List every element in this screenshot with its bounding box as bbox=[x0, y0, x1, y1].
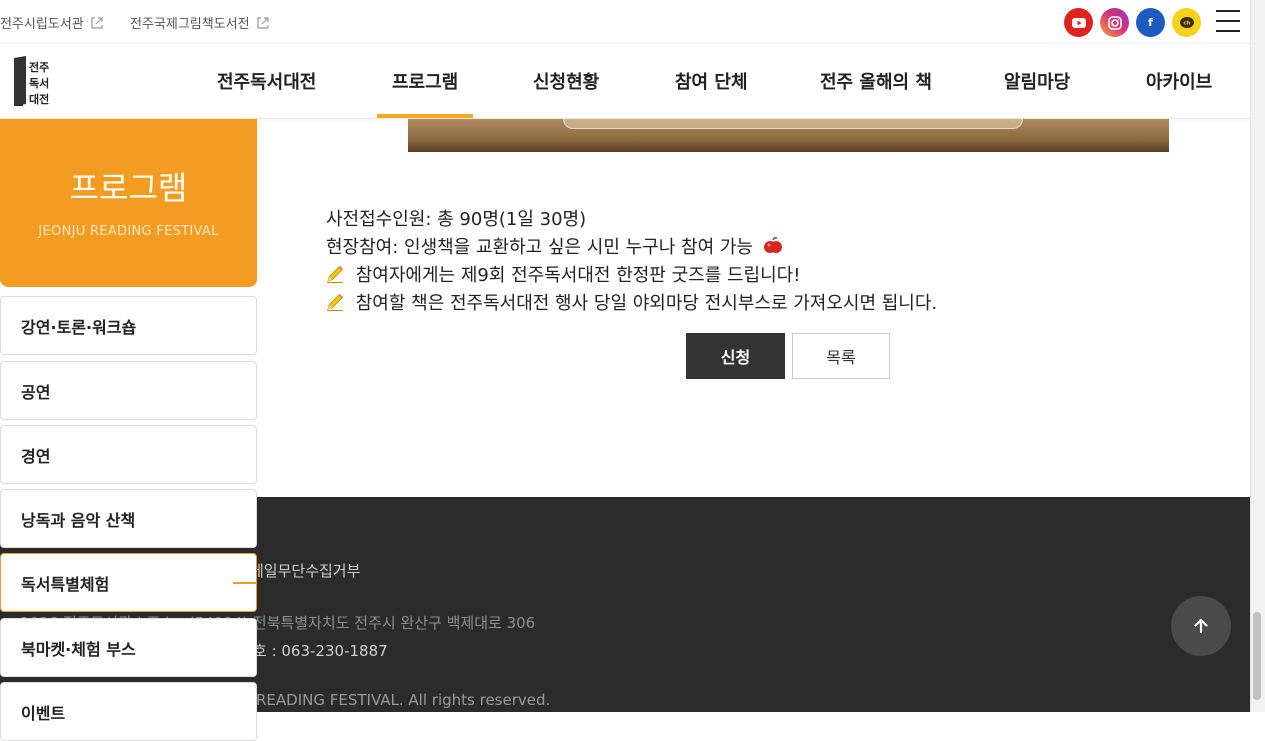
apply-button[interactable]: 신청 bbox=[686, 333, 785, 379]
svg-text:ch: ch bbox=[1183, 20, 1190, 26]
nav-book-of-the-year[interactable]: 전주 올해의 책 bbox=[820, 68, 932, 94]
utility-bar: 전주시립도서관 전주국제그림책도서전 f ch bbox=[0, 0, 1250, 44]
nav-festival[interactable]: 전주독서대전 bbox=[217, 68, 316, 94]
goods-notice-text: 참여자에게는 제9회 전주독서대전 한정판 굿즈를 드립니다! bbox=[355, 265, 801, 286]
sidebar-item-reading-music[interactable]: 낭독과 음악 산책 bbox=[0, 489, 257, 548]
kakaotalk-icon[interactable]: ch bbox=[1172, 8, 1201, 37]
pencil-icon bbox=[327, 266, 343, 283]
facebook-icon[interactable]: f bbox=[1136, 8, 1165, 37]
book-dropoff-text: 참여할 책은 전주독서대전 행사 당일 야외마당 전시부스로 가져오시면 됩니다… bbox=[355, 293, 938, 314]
footer-copyright: READING FESTIVAL. All rights reserved. bbox=[256, 691, 551, 709]
sidebar-item-performances[interactable]: 공연 bbox=[0, 361, 257, 420]
active-item-indicator bbox=[233, 582, 257, 584]
external-link-icon bbox=[257, 16, 269, 29]
logo-text: 독서 bbox=[29, 76, 49, 90]
festival-logo[interactable]: 전주 독서 대전 bbox=[14, 56, 58, 108]
util-link-label: 전주시립도서관 bbox=[0, 17, 84, 32]
program-banner-image bbox=[408, 119, 1169, 152]
nav-program[interactable]: 프로그램 bbox=[392, 68, 458, 94]
youtube-icon[interactable] bbox=[1064, 8, 1093, 37]
arrow-up-icon bbox=[1194, 618, 1208, 634]
main-header: 전주 독서 대전 전주독서대전 프로그램 신청현황 참여 단체 전주 올해의 책… bbox=[0, 44, 1250, 119]
external-link-icon bbox=[91, 16, 103, 29]
logo-text: 대전 bbox=[29, 92, 49, 106]
sidebar-item-lectures[interactable]: 강연·토론·워크숍 bbox=[0, 296, 257, 355]
jeonju-library-link[interactable]: 전주시립도서관 bbox=[0, 13, 104, 32]
nav-notices[interactable]: 알림마당 bbox=[1004, 68, 1070, 94]
scroll-to-top-button[interactable] bbox=[1171, 596, 1231, 656]
sidebar-item-special-experience[interactable]: 독서특별체험 bbox=[0, 553, 257, 612]
goods-notice-line: 참여자에게는 제9회 전주독서대전 한정판 굿즈를 드립니다! bbox=[326, 261, 800, 287]
list-button[interactable]: 목록 bbox=[792, 333, 890, 379]
pencil-icon bbox=[327, 294, 343, 311]
sidebar-subtitle: JEONJU READING FESTIVAL bbox=[38, 224, 219, 239]
sidebar-item-book-market[interactable]: 북마켓·체험 부스 bbox=[0, 618, 257, 677]
sidebar-item-contests[interactable]: 경연 bbox=[0, 425, 257, 484]
registration-count-text: 사전접수인원: 총 90명(1일 30명) bbox=[326, 209, 587, 230]
on-site-participation-line: 현장참여: 인생책을 교환하고 싶은 시민 누구나 참여 가능 bbox=[326, 233, 783, 259]
nav-active-indicator bbox=[377, 114, 473, 118]
picture-book-fair-link[interactable]: 전주국제그림책도서전 bbox=[130, 13, 270, 32]
on-site-participation-text: 현장참여: 인생책을 교환하고 싶은 시민 누구나 참여 가능 bbox=[326, 237, 753, 258]
util-link-label: 전주국제그림책도서전 bbox=[130, 17, 250, 32]
sidebar-header: 프로그램 JEONJU READING FESTIVAL bbox=[0, 119, 257, 287]
nav-archive[interactable]: 아카이브 bbox=[1146, 68, 1212, 94]
apple-icon bbox=[763, 236, 782, 253]
book-dropoff-line: 참여할 책은 전주독서대전 행사 당일 야외마당 전시부스로 가져오시면 됩니다… bbox=[326, 289, 937, 315]
page-scrollbar[interactable] bbox=[1250, 0, 1265, 712]
footer-phone: 호 : 063-230-1887 bbox=[253, 642, 388, 660]
nav-application-status[interactable]: 신청현황 bbox=[533, 68, 599, 94]
nav-participating-groups[interactable]: 참여 단체 bbox=[675, 68, 748, 94]
sidebar-title: 프로그램 bbox=[69, 169, 188, 207]
email-refusal-link[interactable]: 메일무단수집거부 bbox=[250, 560, 360, 581]
menu-icon[interactable] bbox=[1216, 10, 1240, 32]
logo-text: 전주 bbox=[29, 60, 49, 74]
instagram-icon[interactable] bbox=[1100, 8, 1129, 37]
scrollbar-thumb[interactable] bbox=[1253, 612, 1261, 700]
